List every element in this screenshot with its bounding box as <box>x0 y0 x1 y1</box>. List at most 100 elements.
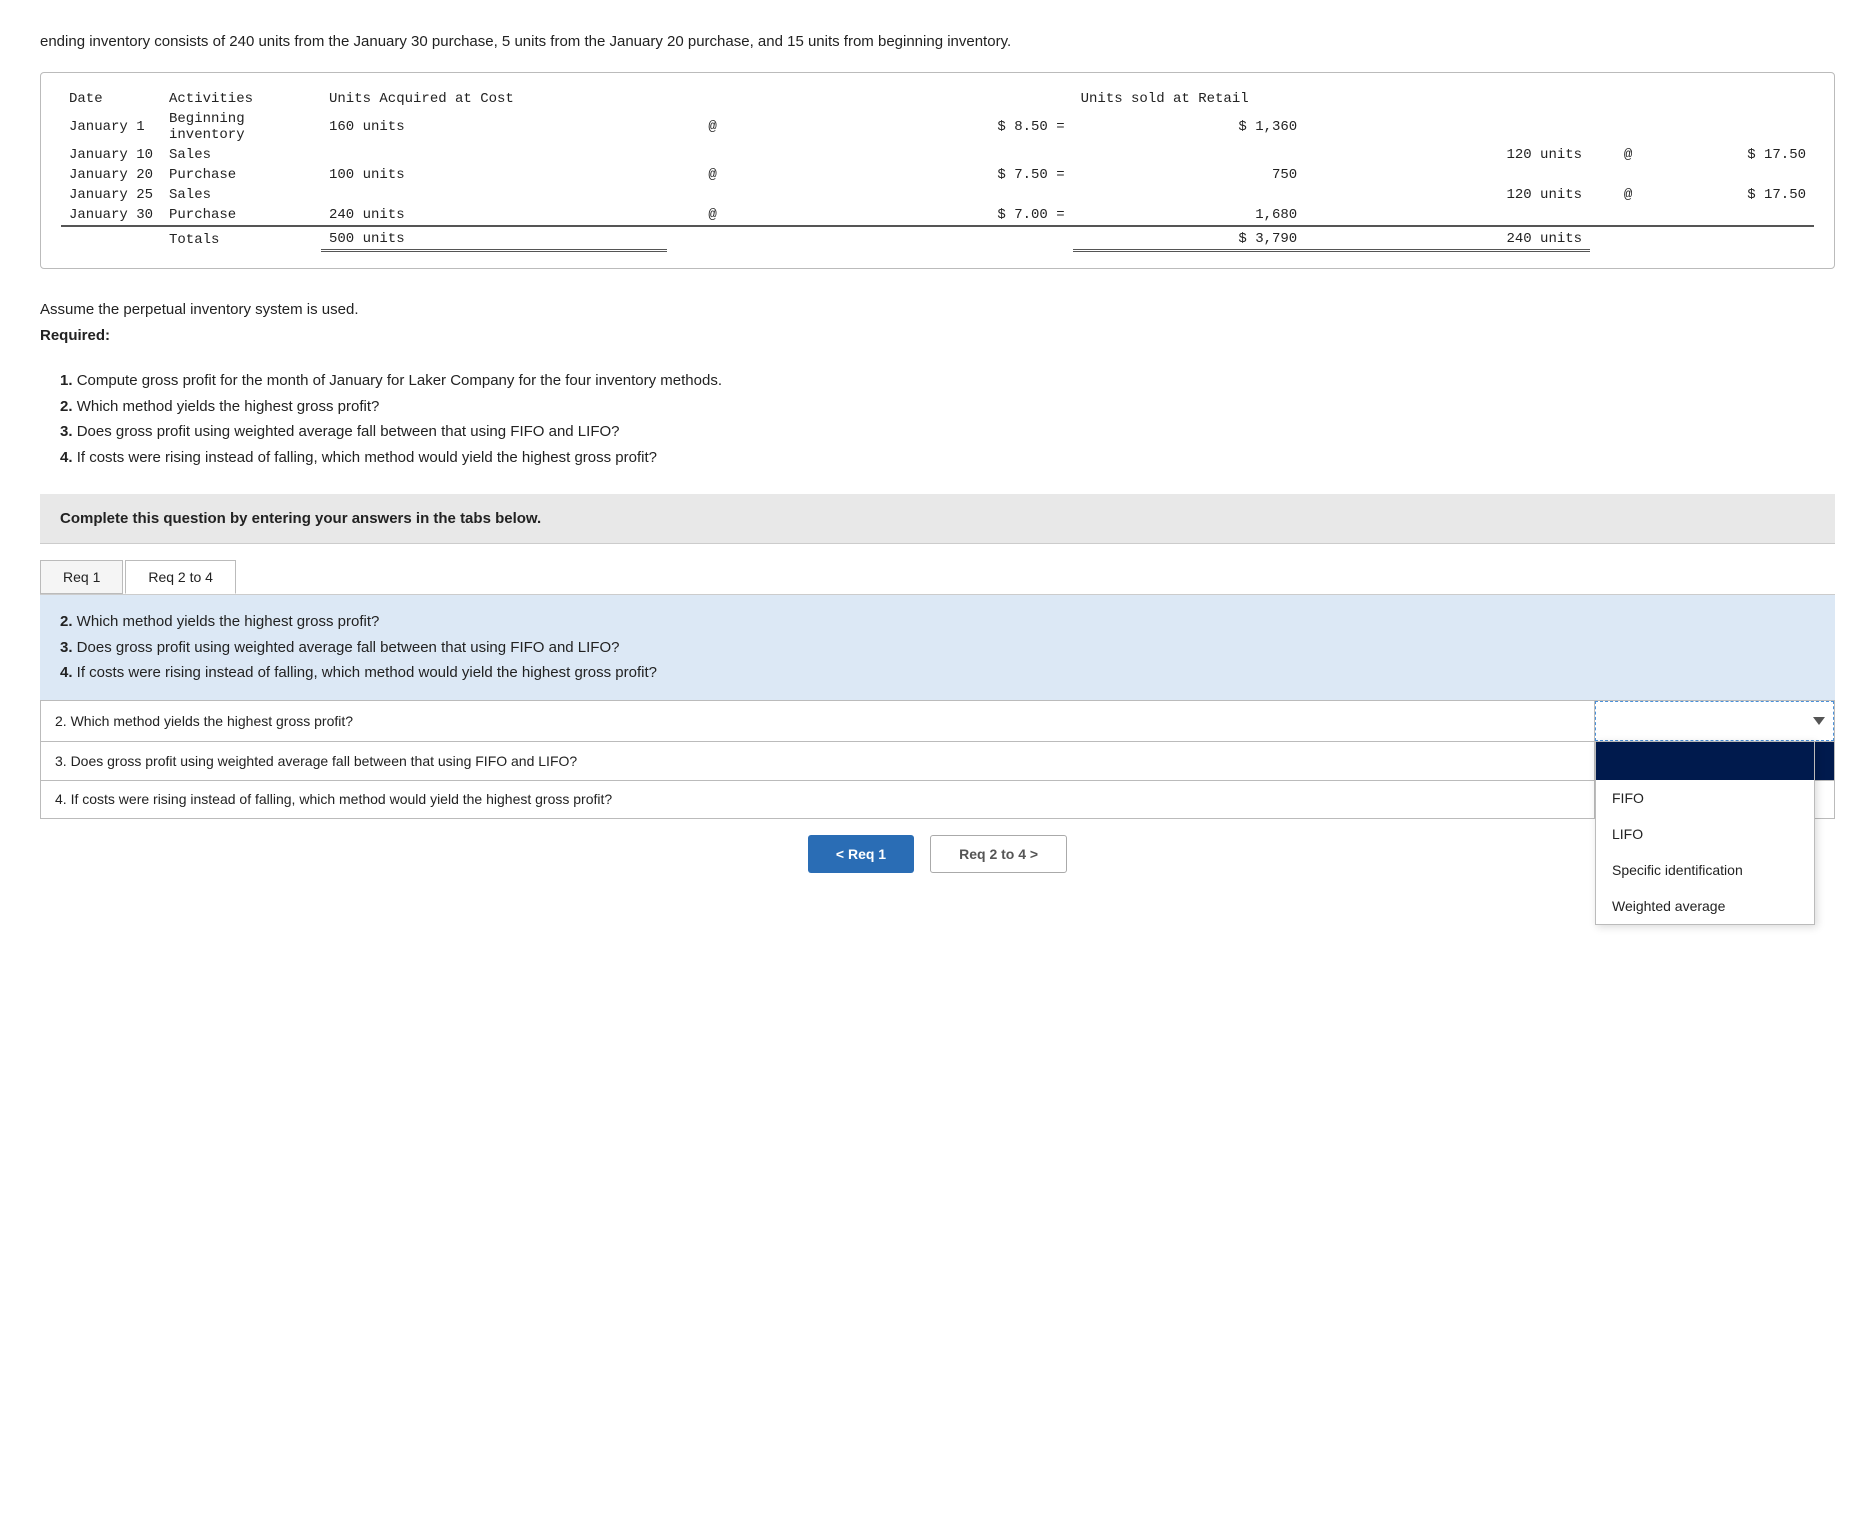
tab-req1[interactable]: Req 1 <box>40 560 123 594</box>
cell-acq-at: @ <box>667 165 759 185</box>
required-item: 4. If costs were rising instead of falli… <box>60 445 1835 471</box>
cell-sold-units: 120 units <box>1305 145 1590 165</box>
instruction-line-3: 4. If costs were rising instead of falli… <box>60 660 1815 686</box>
table-row: January 20 Purchase 100 units @ $ 7.50 =… <box>61 165 1814 185</box>
cell-date: January 1 <box>61 109 161 145</box>
req-num: 2. <box>60 398 73 415</box>
cell-acq-units: 160 units <box>321 109 667 145</box>
totals-label: Totals <box>161 226 321 251</box>
dropdown-option-specific[interactable]: Specific identification <box>1596 852 1814 888</box>
required-label: Required: <box>40 327 110 344</box>
cell-sold-at <box>1590 205 1666 226</box>
inventory-table: Date Activities Units Acquired at Cost U… <box>61 89 1814 252</box>
req-text: Which method yields the highest gross pr… <box>77 398 380 415</box>
totals-acq-price <box>759 226 1073 251</box>
tabs-container: Req 1Req 2 to 4 <box>40 543 1835 594</box>
table-row: January 1 Beginning inventory 160 units … <box>61 109 1814 145</box>
complete-question-box: Complete this question by entering your … <box>40 494 1835 543</box>
cell-sold-units <box>1305 205 1590 226</box>
cell-acq-at: @ <box>667 205 759 226</box>
cell-acq-units: 100 units <box>321 165 667 185</box>
cell-sold-price <box>1666 165 1814 185</box>
tab-req2to4[interactable]: Req 2 to 4 <box>125 560 236 594</box>
cell-date: January 30 <box>61 205 161 226</box>
cell-sold-at: @ <box>1590 145 1666 165</box>
question-row-q3: 3. Does gross profit using weighted aver… <box>41 741 1835 780</box>
cell-activity: Purchase <box>161 165 321 185</box>
col-header-acquired: Units Acquired at Cost <box>321 89 1073 109</box>
cell-acq-at <box>667 145 759 165</box>
req-num: 3. <box>60 423 73 440</box>
complete-box-text: Complete this question by entering your … <box>60 510 541 527</box>
cell-sold-price: $ 17.50 <box>1666 145 1814 165</box>
nav-buttons: < Req 1 Req 2 to 4 > <box>40 835 1835 873</box>
req-text: Compute gross profit for the month of Ja… <box>77 372 722 389</box>
req-num: 4. <box>60 449 73 466</box>
prev-button[interactable]: < Req 1 <box>808 835 914 873</box>
question-text-q3: 3. Does gross profit using weighted aver… <box>41 741 1595 780</box>
totals-acq-at <box>667 226 759 251</box>
question-row-q2: 2. Which method yields the highest gross… <box>41 700 1835 741</box>
cell-acq-at: @ <box>667 109 759 145</box>
question-row-q4: 4. If costs were rising instead of falli… <box>41 780 1835 818</box>
cell-acq-price: $ 7.50 = <box>759 165 1073 185</box>
col-header-date: Date <box>61 89 161 109</box>
totals-sold-at <box>1590 226 1666 251</box>
inventory-table-container: Date Activities Units Acquired at Cost U… <box>40 72 1835 269</box>
cell-sold-price <box>1666 109 1814 145</box>
cell-sold-price <box>1666 205 1814 226</box>
cell-sold-price: $ 17.50 <box>1666 185 1814 205</box>
required-item: 1. Compute gross profit for the month of… <box>60 368 1835 394</box>
instruction-line-1: 2. Which method yields the highest gross… <box>60 609 1815 635</box>
totals-row: Totals 500 units $ 3,790 240 units <box>61 226 1814 251</box>
question-text-q4: 4. If costs were rising instead of falli… <box>41 780 1595 818</box>
cell-acq-price: $ 7.00 = <box>759 205 1073 226</box>
cell-acq-total <box>1073 145 1306 165</box>
table-row: January 30 Purchase 240 units @ $ 7.00 =… <box>61 205 1814 226</box>
totals-acq-total: $ 3,790 <box>1073 226 1306 251</box>
dropdown-option-weighted[interactable]: Weighted average <box>1596 888 1814 924</box>
required-item: 3. Does gross profit using weighted aver… <box>60 419 1835 445</box>
dropdown-open-q2: FIFOLIFOSpecific identificationWeighted … <box>1595 741 1815 925</box>
answer-cell-q2: FIFOLIFOSpecific identificationWeighted … <box>1595 700 1835 741</box>
next-button[interactable]: Req 2 to 4 > <box>930 835 1067 873</box>
dropdown-option-lifo[interactable]: LIFO <box>1596 816 1814 852</box>
col-header-sold: Units sold at Retail <box>1073 89 1666 109</box>
cell-activity: Beginning inventory <box>161 109 321 145</box>
cell-sold-units <box>1305 109 1590 145</box>
table-row: January 25 Sales 120 units @ $ 17.50 <box>61 185 1814 205</box>
totals-sold-price <box>1666 226 1814 251</box>
totals-date-cell <box>61 226 161 251</box>
cell-sold-at: @ <box>1590 185 1666 205</box>
cell-date: January 10 <box>61 145 161 165</box>
req-text: Does gross profit using weighted average… <box>77 423 620 440</box>
cell-activity: Sales <box>161 145 321 165</box>
required-item: 2. Which method yields the highest gross… <box>60 394 1835 420</box>
questions-table: 2. Which method yields the highest gross… <box>40 700 1835 819</box>
instruction-line-2: 3. Does gross profit using weighted aver… <box>60 635 1815 661</box>
question-text-q2: 2. Which method yields the highest gross… <box>41 700 1595 741</box>
intro-text: ending inventory consists of 240 units f… <box>40 30 1835 54</box>
cell-acq-at <box>667 185 759 205</box>
totals-acq-units: 500 units <box>321 226 667 251</box>
chevron-down-icon <box>1813 717 1825 725</box>
cell-acq-total: 750 <box>1073 165 1306 185</box>
tabs-row: Req 1Req 2 to 4 <box>40 560 1835 594</box>
req-num: 1. <box>60 372 73 389</box>
cell-sold-at <box>1590 109 1666 145</box>
cell-acq-units: 240 units <box>321 205 667 226</box>
dropdown-trigger-q2[interactable] <box>1595 701 1834 741</box>
col-header-activities: Activities <box>161 89 321 109</box>
cell-acq-price: $ 8.50 = <box>759 109 1073 145</box>
assume-section: Assume the perpetual inventory system is… <box>40 297 1835 348</box>
cell-acq-total: 1,680 <box>1073 205 1306 226</box>
req-text: If costs were rising instead of falling,… <box>77 449 657 466</box>
dropdown-option-fifo[interactable]: FIFO <box>1596 780 1814 816</box>
assume-text: Assume the perpetual inventory system is… <box>40 301 359 318</box>
required-list: 1. Compute gross profit for the month of… <box>40 368 1835 470</box>
totals-sold-units: 240 units <box>1305 226 1590 251</box>
dropdown-selected-bar <box>1596 742 1814 780</box>
cell-activity: Sales <box>161 185 321 205</box>
cell-activity: Purchase <box>161 205 321 226</box>
cell-acq-units <box>321 145 667 165</box>
